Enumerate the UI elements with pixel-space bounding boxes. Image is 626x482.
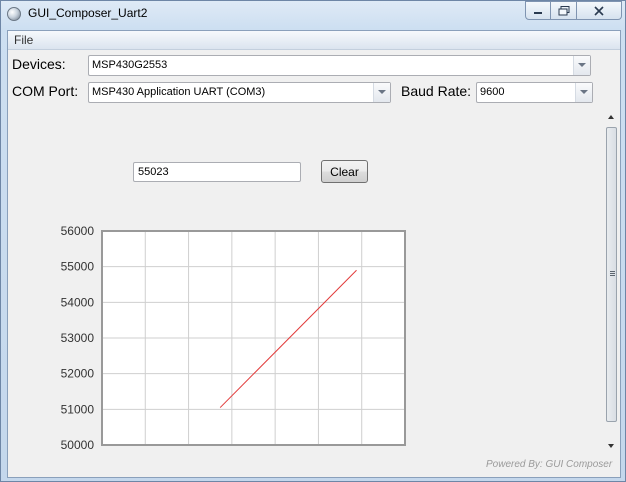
line-chart: 50000 51000 52000 53000 54000 55000 56000: [61, 224, 406, 452]
maximize-button[interactable]: [551, 1, 577, 20]
minimize-button[interactable]: [525, 1, 551, 20]
window-title: GUI_Composer_Uart2: [28, 6, 148, 20]
scrollbar-thumb[interactable]: [606, 127, 617, 422]
chevron-down-icon[interactable]: [573, 56, 590, 75]
y-tick-label: 52000: [61, 367, 95, 381]
clear-button[interactable]: Clear: [321, 160, 368, 183]
com-port-label: COM Port:: [12, 83, 79, 99]
baud-rate-value: 9600: [480, 86, 505, 98]
menu-file[interactable]: File: [14, 33, 33, 47]
grip-line: [610, 273, 615, 274]
devices-label: Devices:: [12, 56, 66, 72]
menu-bar: File: [8, 31, 620, 50]
y-tick-label: 50000: [61, 438, 95, 452]
restore-icon: [558, 5, 569, 15]
y-tick-label: 53000: [61, 331, 95, 345]
y-tick-label: 51000: [61, 402, 95, 416]
chevron-down-icon[interactable]: [575, 83, 592, 102]
client-area: File Devices: MSP430G2553 COM Port: MSP4…: [7, 30, 621, 478]
baud-rate-select[interactable]: 9600: [476, 82, 593, 103]
app-icon: [7, 7, 21, 21]
scroll-up-icon[interactable]: [608, 115, 614, 119]
chevron-down-icon[interactable]: [373, 83, 390, 102]
y-tick-label: 56000: [61, 224, 95, 238]
title-bar[interactable]: GUI_Composer_Uart2: [1, 1, 626, 29]
reading-value: 55023: [138, 166, 169, 178]
y-tick-label: 54000: [61, 295, 95, 309]
app-window: GUI_Composer_Uart2 File Devices: MSP430G…: [0, 0, 626, 482]
devices-select[interactable]: MSP430G2553: [88, 55, 591, 76]
scroll-down-icon[interactable]: [608, 444, 614, 448]
com-port-select[interactable]: MSP430 Application UART (COM3): [88, 82, 391, 103]
minimize-icon: [534, 11, 542, 14]
close-button[interactable]: [577, 1, 622, 20]
vertical-scrollbar[interactable]: [606, 111, 618, 452]
devices-value: MSP430G2553: [92, 59, 168, 71]
reading-field[interactable]: 55023: [133, 162, 301, 182]
y-tick-label: 55000: [61, 260, 95, 274]
powered-by-text: Powered By: GUI Composer: [486, 459, 613, 470]
grip-line: [610, 271, 615, 272]
baud-rate-label: Baud Rate:: [401, 83, 472, 99]
grip-line: [610, 275, 615, 276]
com-port-value: MSP430 Application UART (COM3): [92, 86, 266, 98]
close-icon: [594, 5, 604, 16]
